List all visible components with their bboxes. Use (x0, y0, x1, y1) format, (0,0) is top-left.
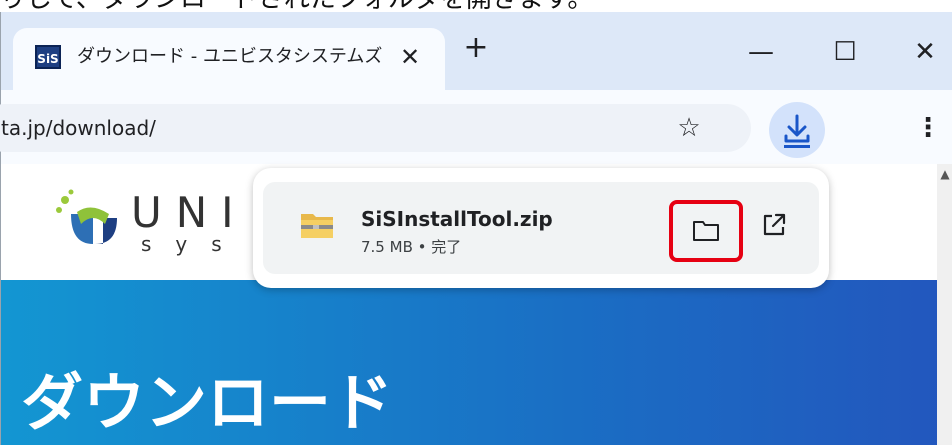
folder-icon (693, 221, 719, 241)
browser-menu-button[interactable]: ⋮ (913, 108, 943, 148)
address-bar[interactable]: ta.jp/download/ ☆ (0, 104, 751, 152)
scroll-up-icon[interactable]: ▲ (937, 164, 952, 184)
minimize-button[interactable]: — (733, 32, 789, 72)
logo-subtext: sys (141, 232, 246, 256)
download-icon (784, 114, 810, 148)
maximize-button[interactable]: ☐ (817, 32, 873, 72)
browser-window: SiS ダウンロード - ユニビスタシステムズ ✕ + — ☐ ✕ ta.jp/… (0, 12, 952, 445)
downloads-bubble: SiSInstallTool.zip 7.5 MB • 完了 (253, 168, 829, 288)
tab-title: ダウンロード - ユニビスタシステムズ (77, 46, 383, 67)
hero-banner: ダウンロード (1, 280, 952, 445)
active-tab[interactable]: SiS ダウンロード - ユニビスタシステムズ ✕ (13, 28, 445, 94)
site-favicon-icon: SiS (35, 45, 61, 69)
tab-close-icon[interactable]: ✕ (393, 40, 427, 74)
window-close-button[interactable]: ✕ (897, 32, 952, 72)
logo-wordmark: UNI (131, 188, 248, 237)
download-item[interactable]: SiSInstallTool.zip 7.5 MB • 完了 (263, 182, 819, 274)
browser-toolbar: ta.jp/download/ ☆ ⋮ (0, 90, 952, 164)
bookmark-star-icon[interactable]: ☆ (671, 110, 707, 146)
page-scrollbar[interactable]: ▲ (937, 164, 952, 445)
downloads-button[interactable] (769, 102, 825, 158)
show-in-folder-button[interactable] (669, 200, 743, 262)
instruction-caption: りして、ダウンロードされたフォルダを開きます。 (0, 0, 952, 12)
hero-title: ダウンロード (21, 366, 394, 439)
univista-logo-icon (56, 189, 117, 244)
download-file-name[interactable]: SiSInstallTool.zip (361, 206, 553, 232)
url-text[interactable]: ta.jp/download/ (1, 104, 156, 152)
new-tab-button[interactable]: + (459, 32, 493, 66)
open-external-icon[interactable] (759, 210, 789, 240)
download-status: 7.5 MB • 完了 (361, 238, 462, 256)
zip-file-icon (301, 214, 333, 238)
